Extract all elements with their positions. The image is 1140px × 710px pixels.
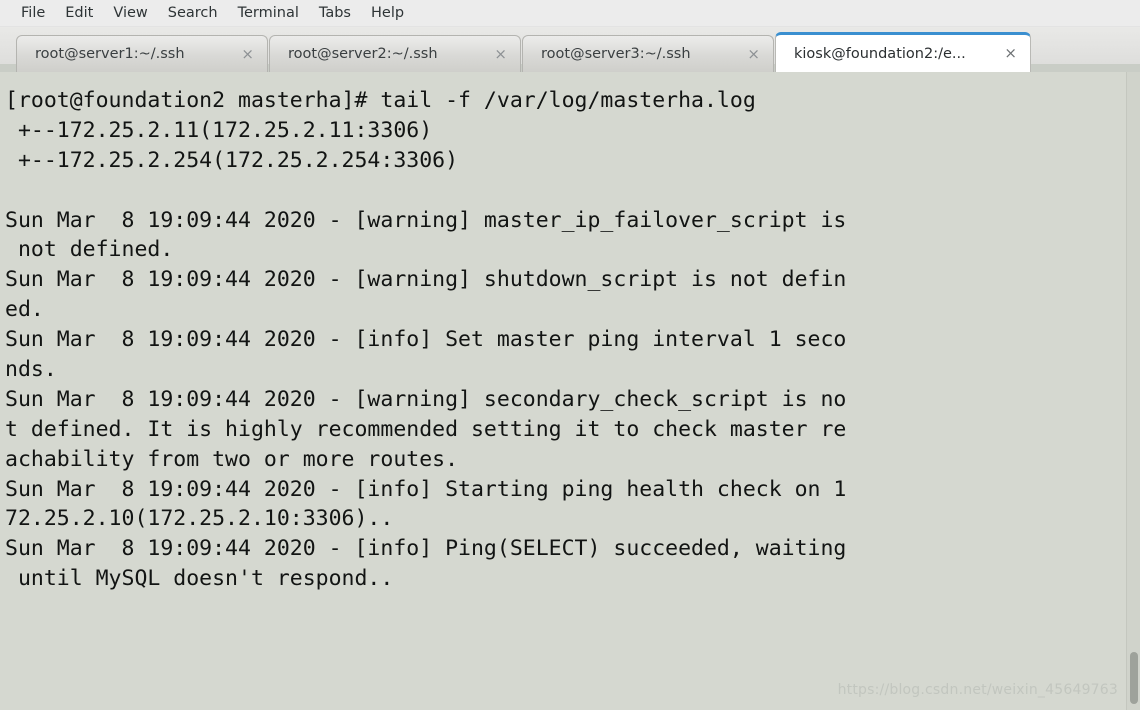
terminal-line: ed. xyxy=(5,297,44,323)
tab-close-icon[interactable]: × xyxy=(744,46,763,62)
terminal-body-wrap: [root@foundation2 masterha]# tail -f /va… xyxy=(0,72,1140,710)
terminal-line: Sun Mar 8 19:09:44 2020 - [info] Set mas… xyxy=(5,327,847,353)
terminal-line: achability from two or more routes. xyxy=(5,446,459,472)
terminal-line: nds. xyxy=(5,357,57,383)
scrollbar-thumb[interactable] xyxy=(1130,652,1138,704)
terminal-line: Sun Mar 8 19:09:44 2020 - [warning] mast… xyxy=(5,207,847,233)
menu-item-edit[interactable]: Edit xyxy=(56,2,102,25)
terminal-line: Sun Mar 8 19:09:44 2020 - [info] Startin… xyxy=(5,476,847,502)
tab-bar: root@server1:~/.ssh × root@server2:~/.ss… xyxy=(0,27,1140,72)
menu-bar: File Edit View Search Terminal Tabs Help xyxy=(0,0,1140,27)
menu-item-search[interactable]: Search xyxy=(159,2,227,25)
tab-root-server2[interactable]: root@server2:~/.ssh × xyxy=(269,35,521,72)
terminal-line: Sun Mar 8 19:09:44 2020 - [info] Ping(SE… xyxy=(5,536,847,562)
tab-close-icon[interactable]: × xyxy=(1001,46,1020,61)
terminal-line: not defined. xyxy=(5,237,174,263)
terminal-line: until MySQL doesn't respond.. xyxy=(5,566,394,592)
terminal-line: +--172.25.2.254(172.25.2.254:3306) xyxy=(5,147,459,173)
tab-root-server3[interactable]: root@server3:~/.ssh × xyxy=(522,35,774,72)
terminal-window: File Edit View Search Terminal Tabs Help… xyxy=(0,0,1140,710)
terminal-line: t defined. It is highly recommended sett… xyxy=(5,416,847,442)
tab-root-server1[interactable]: root@server1:~/.ssh × xyxy=(16,35,268,72)
tab-label: root@server1:~/.ssh xyxy=(35,46,185,62)
tab-label: kiosk@foundation2:/e... xyxy=(794,45,966,62)
terminal-line: +--172.25.2.11(172.25.2.11:3306) xyxy=(5,117,433,143)
menu-item-file[interactable]: File xyxy=(12,2,54,25)
terminal-line: Sun Mar 8 19:09:44 2020 - [warning] seco… xyxy=(5,386,847,412)
terminal-line: Sun Mar 8 19:09:44 2020 - [warning] shut… xyxy=(5,267,847,293)
tab-label: root@server2:~/.ssh xyxy=(288,46,438,62)
terminal-line: [root@foundation2 masterha]# tail -f /va… xyxy=(5,88,756,113)
tab-close-icon[interactable]: × xyxy=(491,46,510,62)
menu-item-view[interactable]: View xyxy=(104,2,156,25)
tab-kiosk-foundation2[interactable]: kiosk@foundation2:/e... × xyxy=(775,32,1031,72)
tab-label: root@server3:~/.ssh xyxy=(541,46,691,62)
menu-item-help[interactable]: Help xyxy=(362,2,413,25)
menu-item-terminal[interactable]: Terminal xyxy=(229,2,308,25)
terminal-output[interactable]: [root@foundation2 masterha]# tail -f /va… xyxy=(0,72,1126,710)
terminal-scrollbar[interactable] xyxy=(1126,72,1140,710)
menu-item-tabs[interactable]: Tabs xyxy=(310,2,360,25)
tab-close-icon[interactable]: × xyxy=(238,46,257,62)
terminal-line: 72.25.2.10(172.25.2.10:3306).. xyxy=(5,506,394,532)
